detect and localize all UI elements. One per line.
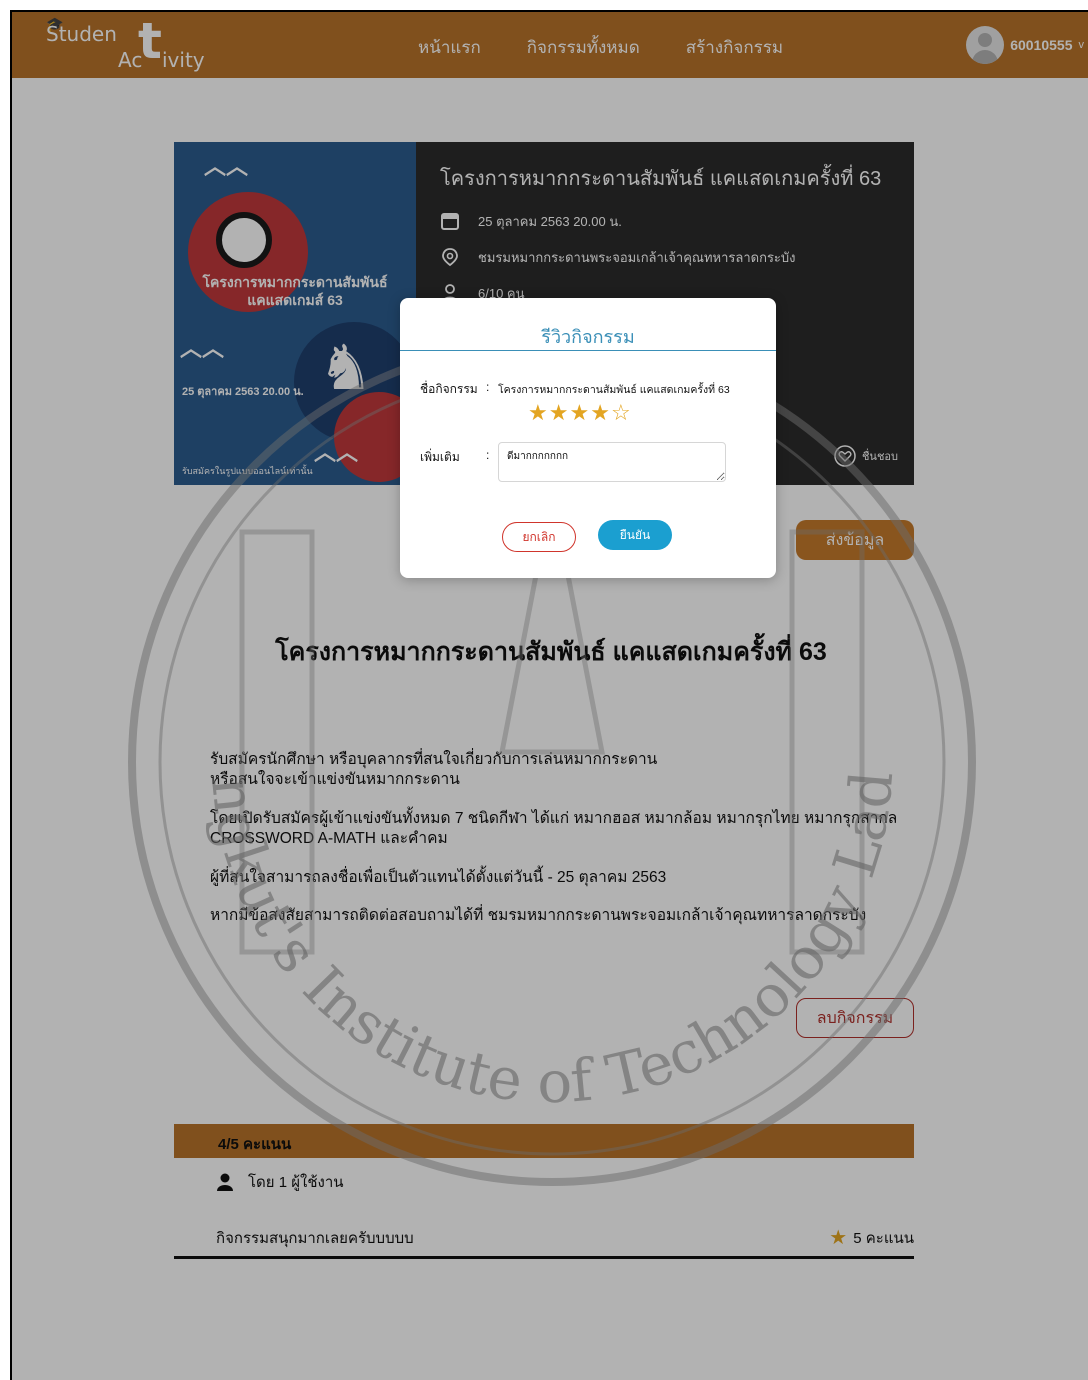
extra-label: เพิ่มเติม: [420, 450, 460, 464]
app-frame: 🎓 Studen t Ac ivity หน้าแรก กิจกรรมทั้งห…: [10, 10, 1088, 1380]
star-filled-icon[interactable]: ★: [569, 402, 589, 424]
cancel-button[interactable]: ยกเลิก: [502, 522, 576, 552]
modal-title: รีวิวกิจกรรม: [541, 327, 635, 347]
name-colon: :: [486, 380, 490, 394]
star-filled-icon[interactable]: ★: [590, 402, 610, 424]
activity-name-label: ชื่อกิจกรรม: [420, 382, 478, 396]
star-empty-icon[interactable]: ☆: [611, 402, 631, 424]
modal-backdrop[interactable]: [12, 12, 1088, 1380]
modal-divider: [400, 350, 776, 351]
activity-name-value: โครงการหมากกระดานสัมพันธ์ แคแสดเกมครั้งท…: [498, 384, 730, 396]
extra-comment-input[interactable]: ดีมากกกกกกก: [498, 442, 726, 482]
star-filled-icon[interactable]: ★: [549, 402, 569, 424]
star-filled-icon[interactable]: ★: [528, 402, 548, 424]
review-modal: รีวิวกิจกรรม ชื่อกิจกรรม : โครงการหมากกร…: [400, 298, 776, 578]
confirm-button[interactable]: ยืนยัน: [598, 520, 672, 550]
extra-colon: :: [486, 448, 490, 462]
rating-stars[interactable]: ★ ★ ★ ★ ☆: [528, 402, 631, 424]
